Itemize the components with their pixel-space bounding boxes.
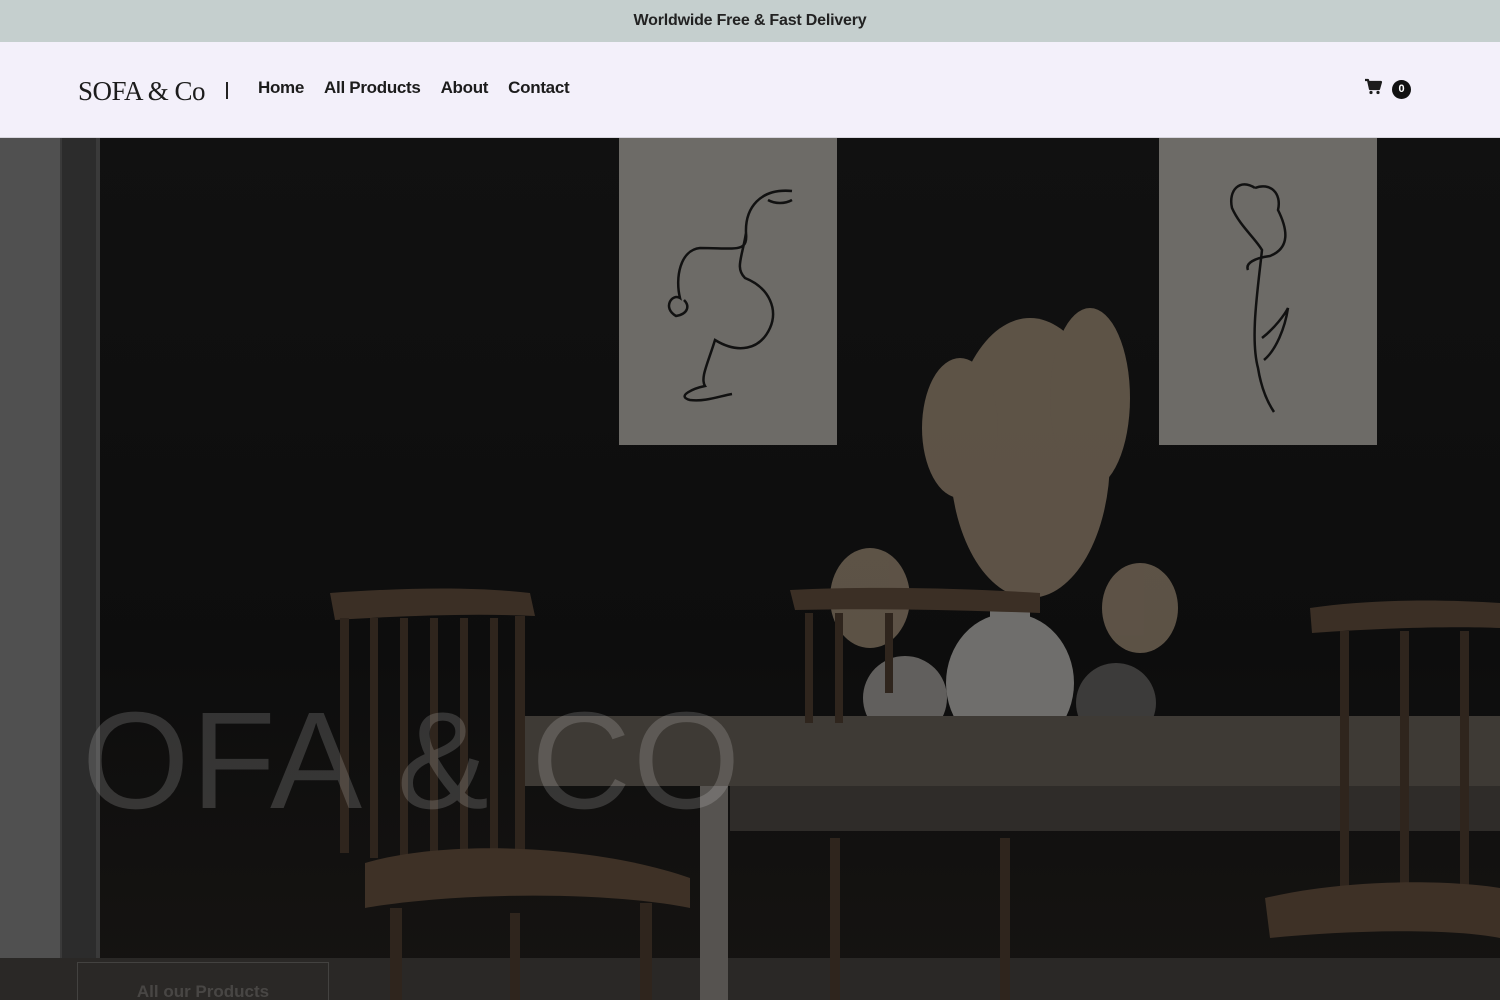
cart-count-badge: 0: [1392, 79, 1411, 99]
hero-background-image: [0, 138, 1500, 1000]
all-products-button[interactable]: All our Products: [77, 962, 329, 1000]
main-nav: Home All Products About Contact: [258, 78, 570, 98]
hero-section: OFA & CO All our Products: [0, 138, 1500, 1000]
nav-about[interactable]: About: [441, 78, 489, 98]
cart-button[interactable]: 0: [1364, 78, 1411, 100]
hero-title: OFA & CO: [82, 684, 743, 838]
logo[interactable]: SOFA & Co: [78, 76, 206, 107]
announcement-bar: Worldwide Free & Fast Delivery: [0, 0, 1500, 42]
nav-home[interactable]: Home: [258, 78, 304, 98]
nav-contact[interactable]: Contact: [508, 78, 569, 98]
nav-divider: [226, 82, 228, 99]
cart-icon: [1364, 78, 1383, 100]
announcement-text: Worldwide Free & Fast Delivery: [633, 12, 867, 29]
nav-all-products[interactable]: All Products: [324, 78, 421, 98]
site-header: SOFA & Co Home All Products About Contac…: [0, 42, 1500, 138]
